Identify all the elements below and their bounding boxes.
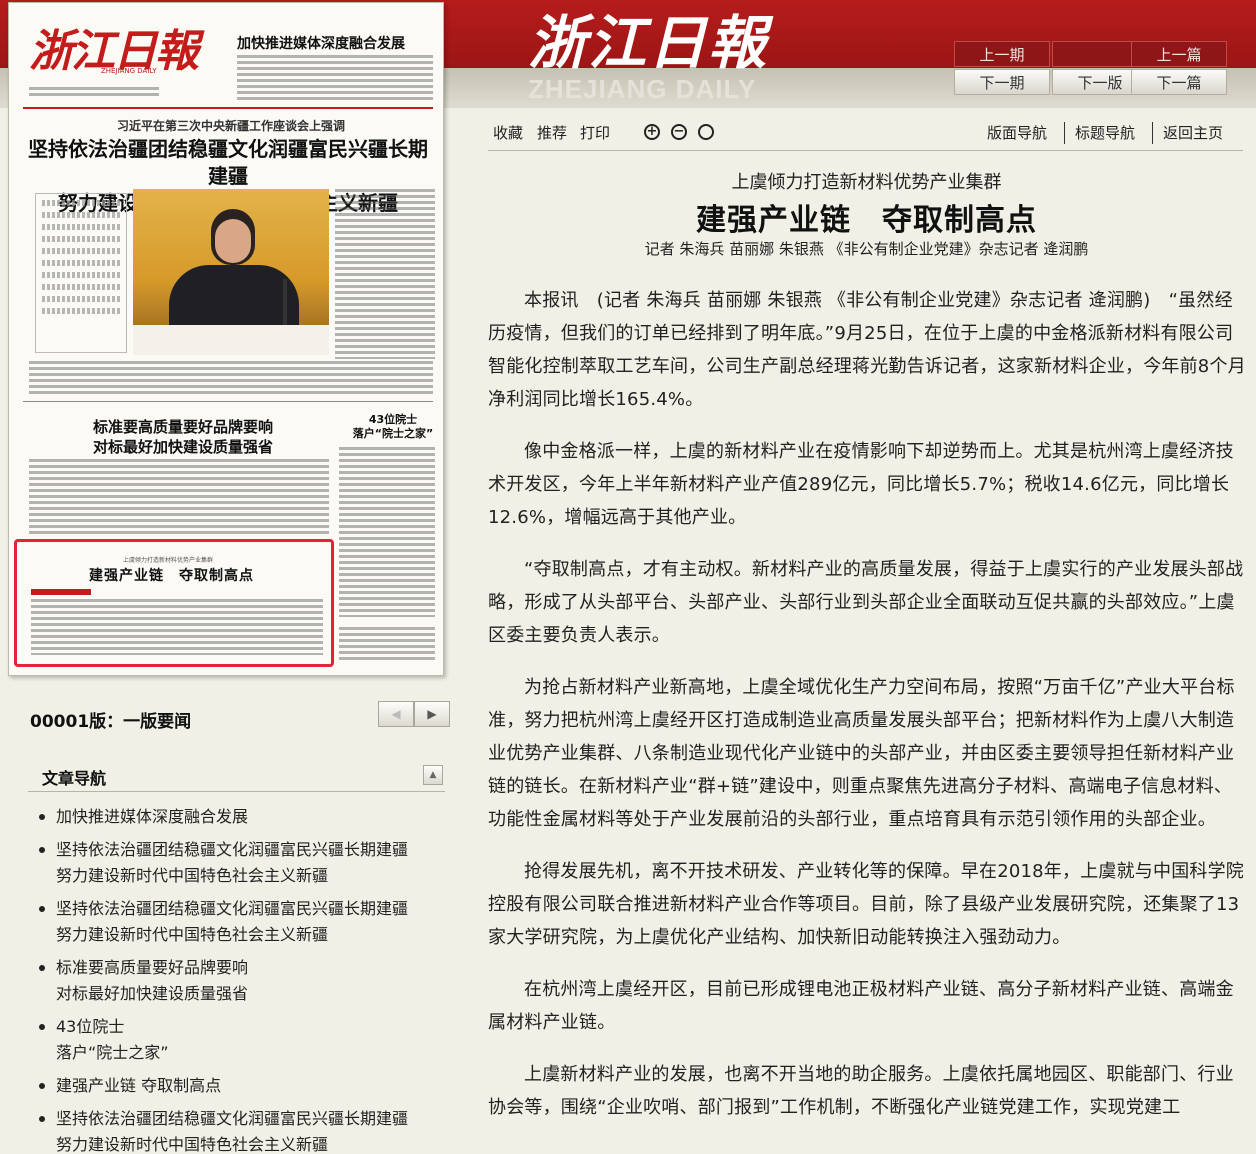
preview-bullet-box bbox=[35, 193, 127, 353]
preview-photo bbox=[133, 189, 329, 355]
edition-pager: ◀ ▶ bbox=[378, 701, 450, 727]
prev-issue-button[interactable]: 上一期 bbox=[954, 41, 1050, 67]
preview-sub-headline-2: 对标最好加快建设质量强省 bbox=[92, 438, 273, 456]
masthead-english: ZHEJIANG DAILY bbox=[528, 74, 757, 104]
toolbar-divider bbox=[488, 150, 1243, 151]
selected-article-highlight[interactable] bbox=[14, 539, 334, 667]
home-link[interactable]: 返回主页 bbox=[1163, 122, 1223, 143]
prev-article-button[interactable]: 上一篇 bbox=[1131, 41, 1227, 67]
preview-side-headline-1: 43位院士 bbox=[368, 413, 418, 426]
newspaper-page-preview[interactable]: 浙江日報 ZHEJIANG DAILY 加快推进媒体深度融合发展 习近平在第三次… bbox=[8, 2, 444, 676]
preview-text-block bbox=[29, 459, 329, 537]
article-paragraph: 为抢占新材料产业新高地，上虞全域优化生产力空间布局，按照“万亩千亿”产业大平台标… bbox=[488, 677, 1235, 830]
preview-top-headline[interactable]: 加快推进媒体深度融合发展 bbox=[237, 33, 405, 53]
article-title: 建强产业链 夺取制高点 bbox=[696, 203, 1037, 238]
preview-side-headline-2: 落户“院士之家” bbox=[352, 427, 434, 440]
preview-rule bbox=[23, 401, 433, 402]
article-paragraph: 抢得发展先机，离不开技术研发、产业转化等的保障。早在2018年，上虞就与中国科学… bbox=[488, 861, 1245, 948]
article-paragraph: “夺取制高点，才有主动权。新材料产业的高质量发展，得益于上虞实行的产业发展头部战… bbox=[488, 559, 1244, 646]
next-article-button[interactable]: 下一篇 bbox=[1131, 69, 1227, 95]
article-body: 本报讯 (记者 朱海兵 苗丽娜 朱银燕 《非公有制企业党建》杂志记者 逄润鹏) … bbox=[488, 284, 1248, 1143]
article-nav-title: 文章导航 bbox=[42, 769, 107, 788]
preview-logo-en: ZHEJIANG DAILY bbox=[101, 67, 157, 75]
article-nav-item[interactable]: 加快推进媒体深度融合发展 bbox=[36, 804, 456, 830]
preview-text-block bbox=[339, 627, 435, 663]
preview-rule bbox=[23, 107, 433, 109]
article-nav-item[interactable]: 建强产业链 夺取制高点 bbox=[36, 1073, 456, 1099]
next-page-arrow-icon[interactable]: ▶ bbox=[414, 701, 450, 727]
favorite-link[interactable]: 收藏 bbox=[493, 122, 523, 143]
toolbar-separator bbox=[1064, 122, 1065, 144]
article-nav-list: 加快推进媒体深度融合发展 坚持依法治疆团结稳疆文化润疆富民兴疆长期建疆 努力建设新… bbox=[36, 804, 456, 1154]
preview-kicker: 习近平在第三次中央新疆工作座谈会上强调 bbox=[117, 119, 346, 133]
article-nav-divider bbox=[28, 791, 445, 792]
next-issue-button[interactable]: 下一期 bbox=[954, 69, 1050, 95]
article-paragraph: 像中金格派一样，上虞的新材料产业在疫情影响下却逆势而上。尤其是杭州湾上虞经济技术… bbox=[488, 441, 1234, 528]
preview-main-headline-1: 坚持依法治疆团结稳疆文化润疆富民兴疆长期建疆 bbox=[28, 137, 428, 188]
article-paragraph: 在杭州湾上虞经开区，目前已形成锂电池正极材料产业链、高分子新材料产业链、高端金属… bbox=[488, 979, 1234, 1033]
toolbar-separator bbox=[1152, 122, 1153, 144]
collapse-icon[interactable]: ▲ bbox=[423, 765, 443, 785]
zoom-in-icon[interactable]: + bbox=[644, 124, 660, 140]
preview-sub-headline[interactable]: 标准要高质量要好品牌要响 对标最好加快建设质量强省 bbox=[73, 417, 293, 457]
article-nav-item[interactable]: 坚持依法治疆团结稳疆文化润疆富民兴疆长期建疆 努力建设新时代中国特色社会主义新疆 bbox=[36, 896, 456, 948]
article-paragraph: 本报讯 (记者 朱海兵 苗丽娜 朱银燕 《非公有制企业党建》杂志记者 逄润鹏) … bbox=[488, 290, 1246, 410]
preview-sub-headline-1: 标准要高质量要好品牌要响 bbox=[92, 418, 273, 436]
article-pretitle: 上虞倾力打造新材料优势产业集群 bbox=[731, 172, 1002, 193]
zoom-out-icon[interactable]: − bbox=[671, 124, 687, 140]
print-link[interactable]: 打印 bbox=[580, 122, 610, 143]
masthead-chinese: 浙江日報 bbox=[528, 9, 769, 77]
article-toolbar: 收藏 推荐 打印 + − 版面导航 标题导航 返回主页 bbox=[493, 122, 1243, 146]
edition-label: 00001版：一版要闻 bbox=[30, 712, 192, 732]
prev-page-arrow-icon[interactable]: ◀ bbox=[378, 701, 414, 727]
preview-text-block bbox=[29, 361, 433, 397]
article-nav-item[interactable]: 坚持依法治疆团结稳疆文化润疆富民兴疆长期建疆 努力建设新时代中国特色社会主义新疆 bbox=[36, 837, 456, 889]
masthead-logo: 浙江日報 ZHEJIANG DAILY bbox=[528, 10, 798, 105]
recommend-link[interactable]: 推荐 bbox=[537, 122, 567, 143]
article-byline: 记者 朱海兵 苗丽娜 朱银燕 《非公有制企业党建》杂志记者 逄润鹏 bbox=[644, 240, 1089, 258]
article-nav-item[interactable]: 标准要高质量要好品牌要响 对标最好加快建设质量强省 bbox=[36, 955, 456, 1007]
preview-text-block bbox=[237, 55, 433, 103]
preview-text-block bbox=[29, 87, 159, 99]
preview-text-block bbox=[335, 189, 435, 359]
zoom-reset-icon[interactable] bbox=[698, 124, 714, 140]
title-nav-link[interactable]: 标题导航 bbox=[1075, 122, 1135, 143]
article-paragraph: 上虞新材料产业的发展，也离不开当地的助企服务。上虞依托属地园区、职能部门、行业协… bbox=[488, 1064, 1234, 1118]
page-nav-link[interactable]: 版面导航 bbox=[987, 122, 1047, 143]
preview-text-block bbox=[339, 447, 435, 617]
article-nav-item[interactable]: 坚持依法治疆团结稳疆文化润疆富民兴疆长期建疆 努力建设新时代中国特色社会主义新疆 bbox=[36, 1106, 456, 1154]
article-nav-item[interactable]: 43位院士 落户“院士之家” bbox=[36, 1014, 456, 1066]
preview-side-headline[interactable]: 43位院士 落户“院士之家” bbox=[345, 413, 441, 441]
